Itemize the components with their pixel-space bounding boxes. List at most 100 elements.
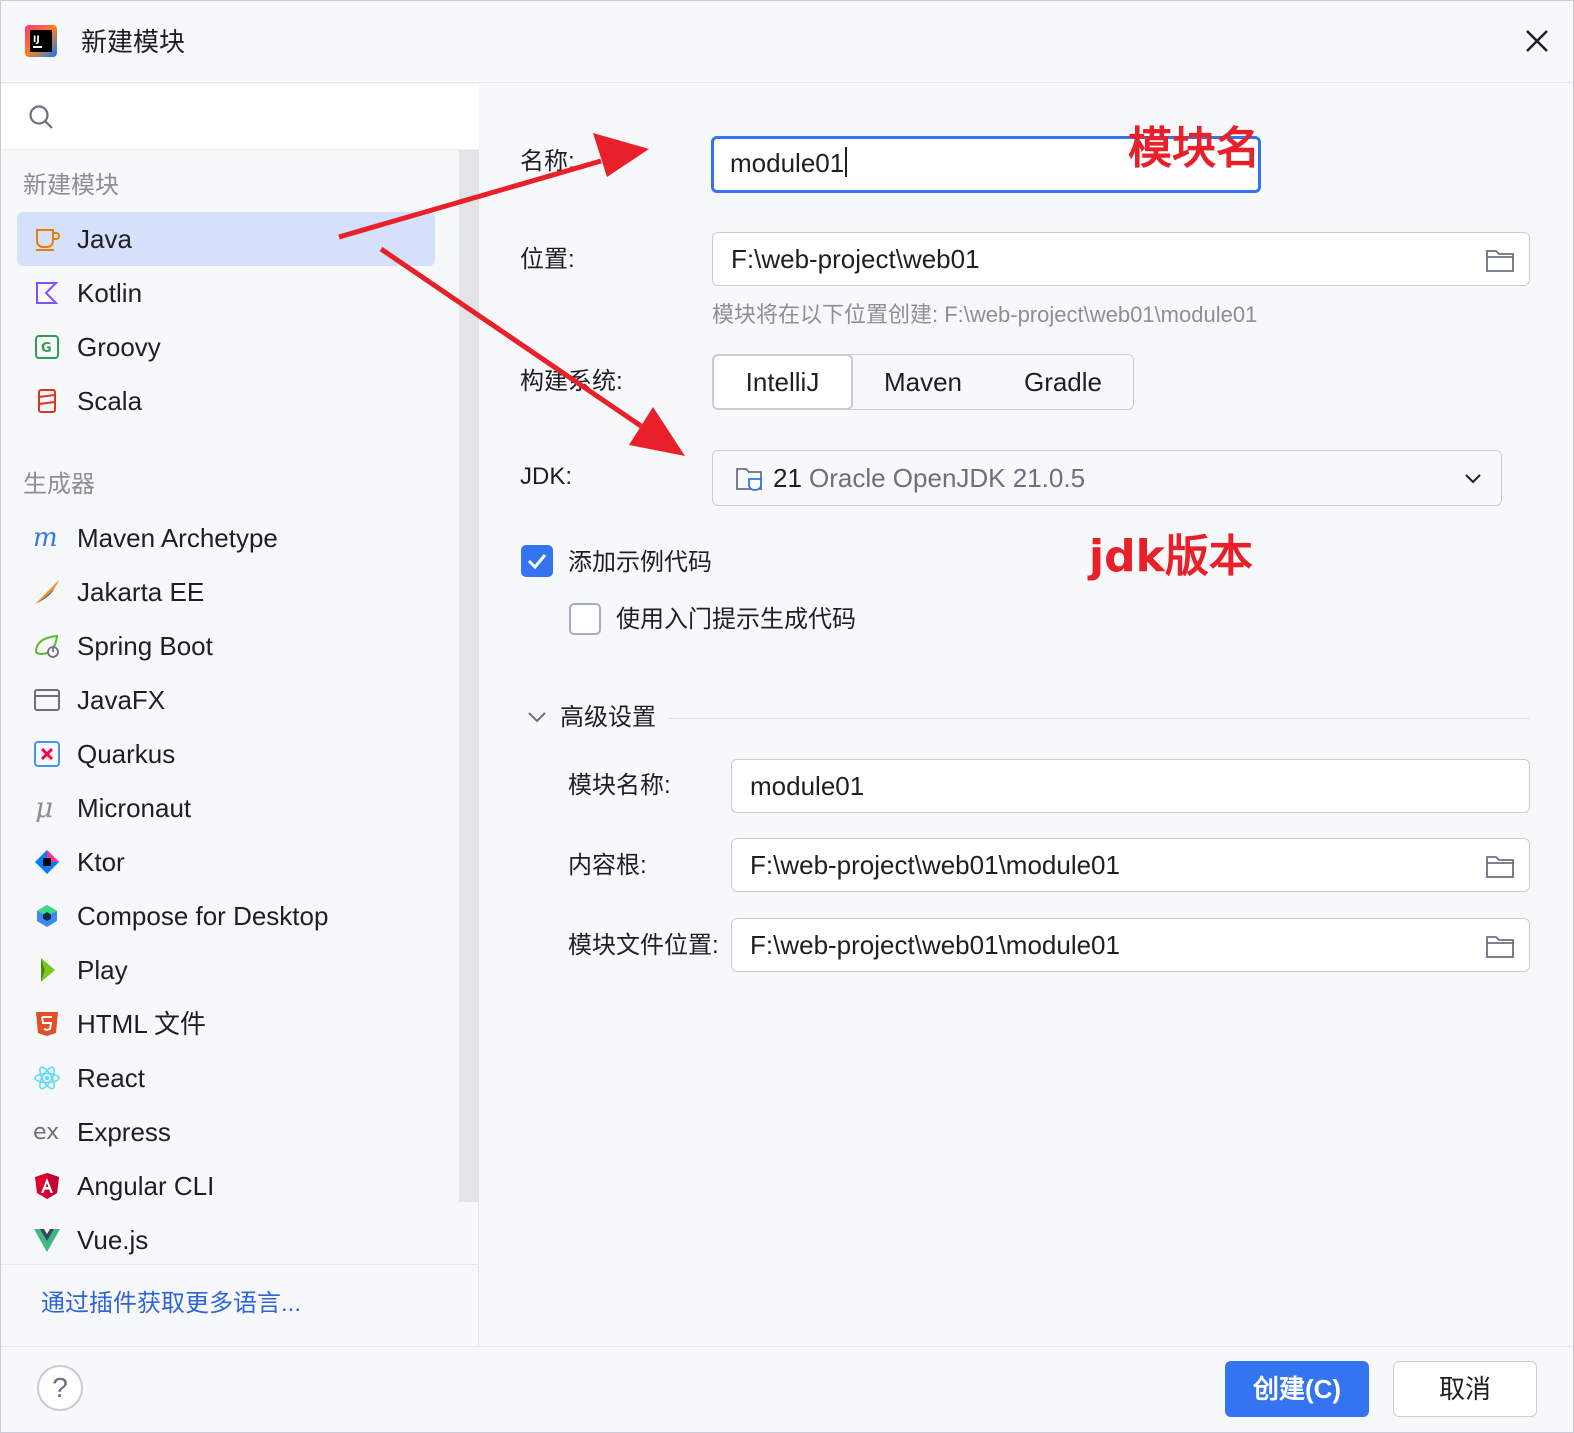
- svg-text:μ: μ: [35, 794, 53, 822]
- svg-text:ex: ex: [33, 1120, 59, 1145]
- dialog-title: 新建模块: [81, 27, 186, 57]
- content-root-field[interactable]: F:\web-project\web01\module01: [731, 838, 1530, 892]
- build-system-selector: IntelliJ Maven Gradle: [712, 354, 1134, 410]
- angular-icon: [35, 1173, 59, 1199]
- sidebar-item-label: Vue.js: [77, 1225, 149, 1255]
- sidebar-item-label: Express: [77, 1117, 171, 1147]
- location-field[interactable]: F:\web-project\web01: [712, 232, 1530, 286]
- sidebar-item-ktor[interactable]: Ktor: [17, 835, 435, 889]
- folder-icon[interactable]: [1485, 933, 1515, 959]
- sidebar-item-groovy[interactable]: G Groovy: [17, 320, 435, 374]
- vue-icon: [34, 1229, 60, 1252]
- sidebar-divider: [1, 1264, 479, 1265]
- sidebar-item-label: React: [77, 1063, 145, 1093]
- jdk-label: JDK:: [520, 463, 573, 490]
- add-sample-code-label: 添加示例代码: [568, 549, 712, 576]
- chevron-down-icon[interactable]: [524, 704, 550, 730]
- search-icon: [29, 105, 53, 129]
- sidebar-item-label: Spring Boot: [77, 631, 213, 661]
- sidebar-item-angular-cli[interactable]: Angular CLI: [17, 1159, 435, 1213]
- add-sample-code-checkbox[interactable]: [521, 545, 553, 577]
- sidebar-item-label: Quarkus: [77, 739, 176, 769]
- sidebar-item-label: Micronaut: [77, 793, 192, 823]
- sidebar-item-label: Play: [77, 955, 128, 985]
- react-icon: [34, 1066, 60, 1090]
- svg-text:m: m: [33, 524, 58, 552]
- maven-icon: m: [33, 524, 58, 552]
- jdk-name: Oracle OpenJDK 21.0.5: [809, 463, 1086, 493]
- location-value: F:\web-project\web01: [731, 244, 980, 274]
- sidebar-item-kotlin[interactable]: Kotlin: [17, 266, 435, 320]
- compose-icon: [37, 905, 57, 927]
- onboarding-tips-checkbox[interactable]: [569, 603, 601, 635]
- module-file-location-label: 模块文件位置:: [568, 932, 719, 959]
- sidebar-item-jakarta-ee[interactable]: Jakarta EE: [17, 565, 435, 619]
- location-hint: 模块将在以下位置创建: F:\web-project\web01\module0…: [712, 302, 1258, 327]
- sidebar-item-label: Kotlin: [77, 278, 143, 308]
- location-label: 位置:: [520, 246, 575, 273]
- sidebar-item-java[interactable]: Java: [17, 212, 435, 266]
- java-cup-icon: [36, 229, 60, 251]
- sidebar-search: [1, 84, 479, 150]
- dialog-footer: ? 创建(C) 取消: [1, 1346, 1573, 1432]
- sidebar-item-javafx[interactable]: JavaFX: [17, 673, 435, 727]
- sidebar-item-html[interactable]: HTML 文件: [17, 997, 435, 1051]
- sidebar-item-scala[interactable]: Scala: [17, 374, 435, 428]
- sidebar-item-react[interactable]: React: [17, 1051, 435, 1105]
- ktor-icon: [35, 850, 59, 874]
- sidebar-item-play[interactable]: Play: [17, 943, 435, 997]
- title-bar: IJ 新建模块: [1, 1, 1573, 83]
- jdk-dropdown[interactable]: 21 Oracle OpenJDK 21.0.5: [712, 450, 1502, 506]
- content-root-value: F:\web-project\web01\module01: [750, 850, 1120, 880]
- spring-boot-icon: [34, 634, 59, 658]
- text-caret: [845, 147, 848, 177]
- advanced-divider: [668, 718, 1530, 719]
- build-system-label: 构建系统:: [520, 368, 623, 395]
- sidebar-item-quarkus[interactable]: Quarkus: [17, 727, 435, 781]
- build-system-gradle[interactable]: Gradle: [993, 355, 1133, 409]
- get-more-plugins-link[interactable]: 通过插件获取更多语言...: [41, 1288, 301, 1320]
- jdk-folder-icon: [736, 468, 762, 491]
- create-button[interactable]: 创建(C): [1225, 1361, 1369, 1417]
- kotlin-icon: [36, 282, 59, 304]
- sidebar-item-vuejs[interactable]: Vue.js: [17, 1213, 435, 1267]
- sidebar-item-compose-for-desktop[interactable]: Compose for Desktop: [17, 889, 435, 943]
- folder-icon[interactable]: [1485, 247, 1515, 273]
- sidebar-item-express[interactable]: ex Express: [17, 1105, 435, 1159]
- sidebar-item-maven-archetype[interactable]: m Maven Archetype: [17, 511, 435, 565]
- help-button[interactable]: ?: [37, 1365, 83, 1411]
- search-input[interactable]: [65, 96, 465, 138]
- annotation-module-name: 模块名: [1128, 123, 1260, 174]
- sidebar-item-label: Jakarta EE: [77, 577, 205, 607]
- build-system-maven[interactable]: Maven: [853, 355, 993, 409]
- sidebar-item-spring-boot[interactable]: Spring Boot: [17, 619, 435, 673]
- sidebar-item-label: HTML 文件: [77, 1009, 207, 1039]
- sidebar-item-label: Groovy: [77, 332, 161, 362]
- sidebar-item-label: Java: [77, 224, 132, 254]
- module-file-location-value: F:\web-project\web01\module01: [750, 930, 1120, 960]
- close-icon[interactable]: [1519, 23, 1555, 59]
- sidebar-item-label: Scala: [77, 386, 143, 416]
- module-name-field[interactable]: module01: [731, 759, 1530, 813]
- section-new-module: 新建模块: [23, 172, 119, 199]
- content-root-label: 内容根:: [568, 852, 647, 879]
- html5-icon: [36, 1012, 58, 1036]
- sidebar-item-micronaut[interactable]: μ Micronaut: [17, 781, 435, 835]
- advanced-settings-label[interactable]: 高级设置: [560, 702, 656, 734]
- cancel-button[interactable]: 取消: [1393, 1361, 1537, 1417]
- module-file-location-field[interactable]: F:\web-project\web01\module01: [731, 918, 1530, 972]
- scala-icon: [38, 389, 56, 413]
- annotation-jdk-version: jdk版本: [1089, 531, 1253, 582]
- folder-icon[interactable]: [1485, 853, 1515, 879]
- build-system-intellij[interactable]: IntelliJ: [712, 354, 853, 410]
- jdk-version: 21: [773, 463, 802, 493]
- onboarding-tips-label: 使用入门提示生成代码: [616, 606, 856, 633]
- svg-text:G: G: [41, 341, 52, 356]
- module-name-value: module01: [750, 771, 865, 801]
- groovy-icon: G: [35, 335, 59, 359]
- sidebar-scrollbar[interactable]: [459, 150, 479, 1202]
- module-type-sidebar: 新建模块 Java Kotlin G Groovy Scala 生成器 m Ma…: [1, 84, 479, 1346]
- sidebar-item-label: JavaFX: [77, 685, 166, 715]
- micronaut-icon: μ: [35, 794, 53, 822]
- play-icon: [41, 958, 55, 982]
